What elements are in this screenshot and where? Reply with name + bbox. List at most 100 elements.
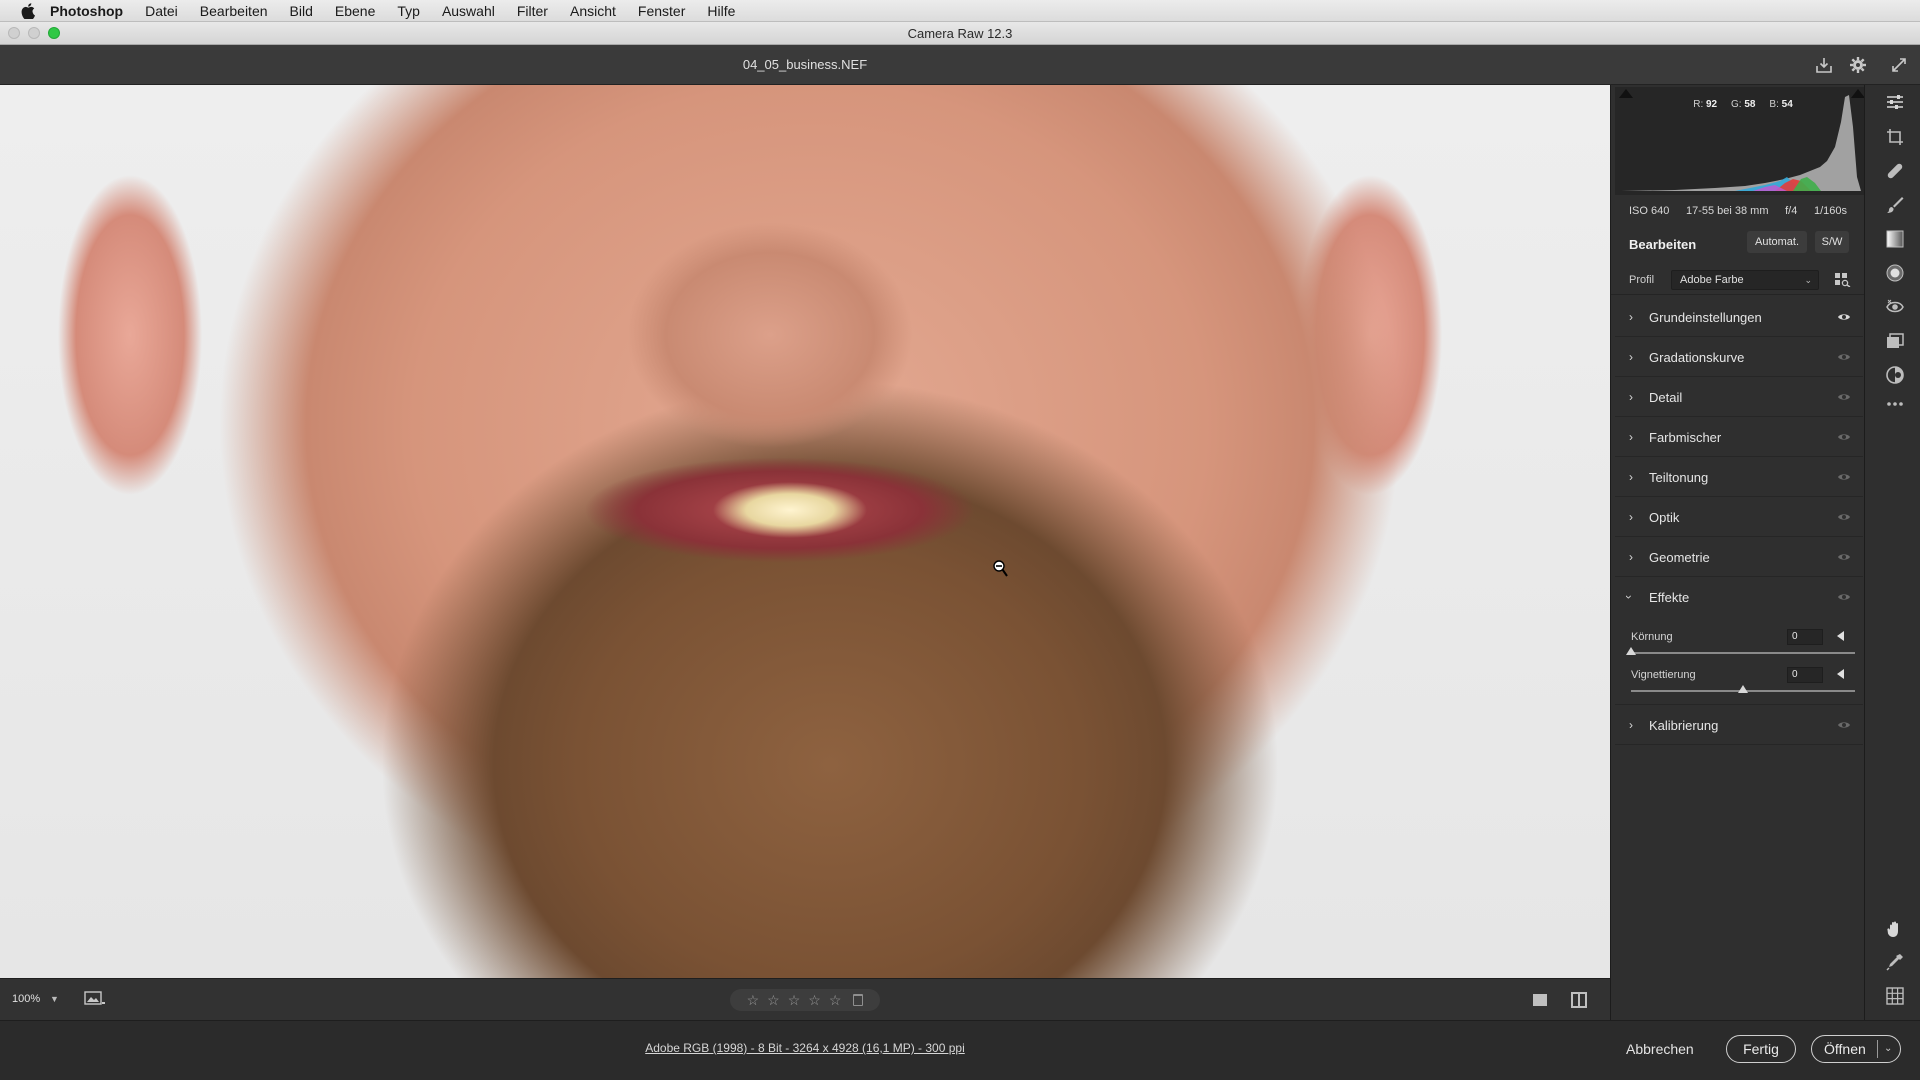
menu-hilfe[interactable]: Hilfe bbox=[707, 3, 735, 19]
zoom-level[interactable]: 100% bbox=[12, 993, 40, 1005]
star-icon[interactable]: ☆ bbox=[829, 993, 842, 1007]
section-effekte[interactable]: › Effekte bbox=[1615, 578, 1863, 617]
eye-icon[interactable] bbox=[1837, 392, 1851, 402]
grid-icon[interactable] bbox=[1886, 987, 1904, 1005]
menu-ansicht[interactable]: Ansicht bbox=[570, 3, 616, 19]
done-button[interactable]: Fertig bbox=[1726, 1035, 1796, 1063]
grain-slider[interactable]: Körnung 0 bbox=[1615, 627, 1863, 663]
menu-datei[interactable]: Datei bbox=[145, 3, 178, 19]
section-geometrie[interactable]: › Geometrie bbox=[1615, 538, 1863, 577]
image-preview[interactable] bbox=[0, 85, 1610, 978]
eye-icon[interactable] bbox=[1837, 720, 1851, 730]
section-title: Geometrie bbox=[1649, 550, 1710, 565]
section-gradationskurve[interactable]: › Gradationskurve bbox=[1615, 338, 1863, 377]
window-title-bar: Camera Raw 12.3 bbox=[0, 22, 1920, 45]
eyedropper-icon[interactable] bbox=[1886, 953, 1904, 971]
chevron-right-icon: › bbox=[1629, 718, 1633, 732]
eye-icon[interactable] bbox=[1837, 512, 1851, 522]
profile-row: Profil Adobe Farbe ⌄ bbox=[1611, 267, 1865, 295]
section-optik[interactable]: › Optik bbox=[1615, 498, 1863, 537]
g-value: 58 bbox=[1744, 99, 1756, 110]
profile-browser-icon[interactable] bbox=[1835, 273, 1851, 287]
edit-icon[interactable] bbox=[1886, 93, 1904, 111]
vignette-thumb[interactable] bbox=[1738, 685, 1748, 693]
grain-track[interactable] bbox=[1631, 652, 1855, 654]
reset-triangle-icon[interactable] bbox=[1837, 631, 1844, 641]
section-teiltonung[interactable]: › Teiltonung bbox=[1615, 458, 1863, 497]
presets-icon[interactable] bbox=[1886, 366, 1904, 384]
crop-icon[interactable] bbox=[1886, 128, 1904, 146]
reset-triangle-icon[interactable] bbox=[1837, 669, 1844, 679]
radial-filter-icon[interactable] bbox=[1886, 264, 1904, 282]
shutter-speed: 1/160s bbox=[1813, 205, 1847, 217]
menu-filter[interactable]: Filter bbox=[517, 3, 548, 19]
menu-bild[interactable]: Bild bbox=[290, 3, 313, 19]
star-icon[interactable]: ☆ bbox=[808, 993, 821, 1007]
grain-value-input[interactable]: 0 bbox=[1787, 629, 1823, 645]
chevron-right-icon: › bbox=[1629, 430, 1633, 444]
eye-icon[interactable] bbox=[1837, 592, 1851, 602]
vignette-label: Vignettierung bbox=[1631, 669, 1696, 681]
profile-value: Adobe Farbe bbox=[1680, 274, 1744, 286]
red-eye-icon[interactable] bbox=[1886, 298, 1904, 316]
section-kalibrierung[interactable]: › Kalibrierung bbox=[1615, 706, 1863, 745]
vignette-value-input[interactable]: 0 bbox=[1787, 667, 1823, 683]
chevron-right-icon: › bbox=[1629, 550, 1633, 564]
chevron-down-icon[interactable]: ⌄ bbox=[1884, 1036, 1892, 1062]
iso: ISO 640 bbox=[1629, 205, 1670, 217]
snapshots-icon[interactable] bbox=[1886, 332, 1904, 350]
b-label: B: bbox=[1769, 99, 1779, 110]
more-icon[interactable] bbox=[1886, 395, 1904, 413]
save-icon[interactable] bbox=[1813, 54, 1835, 76]
section-detail[interactable]: › Detail bbox=[1615, 378, 1863, 417]
filmstrip-icon[interactable] bbox=[84, 990, 106, 1008]
open-button[interactable]: Öffnen ⌄ bbox=[1811, 1035, 1901, 1063]
star-icon[interactable]: ☆ bbox=[767, 993, 780, 1007]
menu-bar: Photoshop Datei Bearbeiten Bild Ebene Ty… bbox=[0, 0, 1920, 22]
eye-icon[interactable] bbox=[1837, 432, 1851, 442]
menu-auswahl[interactable]: Auswahl bbox=[442, 3, 495, 19]
menu-bearbeiten[interactable]: Bearbeiten bbox=[200, 3, 268, 19]
cancel-button[interactable]: Abbrechen bbox=[1626, 1041, 1694, 1057]
star-icon[interactable]: ☆ bbox=[788, 993, 801, 1007]
eye-icon[interactable] bbox=[1837, 552, 1851, 562]
fullscreen-icon[interactable] bbox=[1888, 54, 1910, 76]
r-value: 92 bbox=[1706, 99, 1718, 110]
section-title: Grundeinstellungen bbox=[1649, 310, 1762, 325]
before-after-view-icon[interactable] bbox=[1571, 992, 1587, 1008]
section-farbmischer[interactable]: › Farbmischer bbox=[1615, 418, 1863, 457]
trash-icon[interactable] bbox=[853, 994, 864, 1006]
single-view-icon[interactable] bbox=[1533, 994, 1547, 1006]
chevron-right-icon: › bbox=[1629, 390, 1633, 404]
dialog-footer: Adobe RGB (1998) - 8 Bit - 3264 x 4928 (… bbox=[0, 1020, 1920, 1080]
auto-button[interactable]: Automat. bbox=[1747, 231, 1807, 253]
eye-icon[interactable] bbox=[1837, 472, 1851, 482]
section-grundeinstellungen[interactable]: › Grundeinstellungen bbox=[1615, 298, 1863, 337]
healing-icon[interactable] bbox=[1886, 162, 1904, 180]
brush-icon[interactable] bbox=[1886, 196, 1904, 214]
shadow-clipping-toggle[interactable] bbox=[1619, 89, 1633, 98]
profile-select[interactable]: Adobe Farbe ⌄ bbox=[1671, 270, 1819, 290]
menu-fenster[interactable]: Fenster bbox=[638, 3, 685, 19]
gradient-icon[interactable] bbox=[1886, 230, 1904, 248]
workflow-options-link[interactable]: Adobe RGB (1998) - 8 Bit - 3264 x 4928 (… bbox=[0, 1041, 1610, 1055]
hand-icon[interactable] bbox=[1886, 920, 1904, 938]
settings-icon[interactable] bbox=[1847, 54, 1869, 76]
section-title: Detail bbox=[1649, 390, 1683, 405]
eye-icon[interactable] bbox=[1837, 352, 1851, 362]
vignette-slider[interactable]: Vignettierung 0 bbox=[1615, 665, 1863, 705]
grain-thumb[interactable] bbox=[1626, 647, 1636, 655]
highlight-clipping-toggle[interactable] bbox=[1851, 89, 1865, 98]
chevron-right-icon: › bbox=[1629, 350, 1633, 364]
menu-ebene[interactable]: Ebene bbox=[335, 3, 375, 19]
apple-icon[interactable] bbox=[20, 2, 36, 19]
chevron-down-icon[interactable]: ▼ bbox=[50, 994, 59, 1004]
edit-title: Bearbeiten bbox=[1629, 237, 1697, 252]
eye-icon[interactable] bbox=[1837, 312, 1851, 322]
section-title: Optik bbox=[1649, 510, 1680, 525]
black-white-button[interactable]: S/W bbox=[1815, 231, 1849, 253]
star-icon[interactable]: ☆ bbox=[747, 993, 760, 1007]
star-rating[interactable]: ☆ ☆ ☆ ☆ ☆ bbox=[730, 989, 880, 1011]
menu-typ[interactable]: Typ bbox=[397, 3, 420, 19]
menu-photoshop[interactable]: Photoshop bbox=[50, 3, 123, 19]
